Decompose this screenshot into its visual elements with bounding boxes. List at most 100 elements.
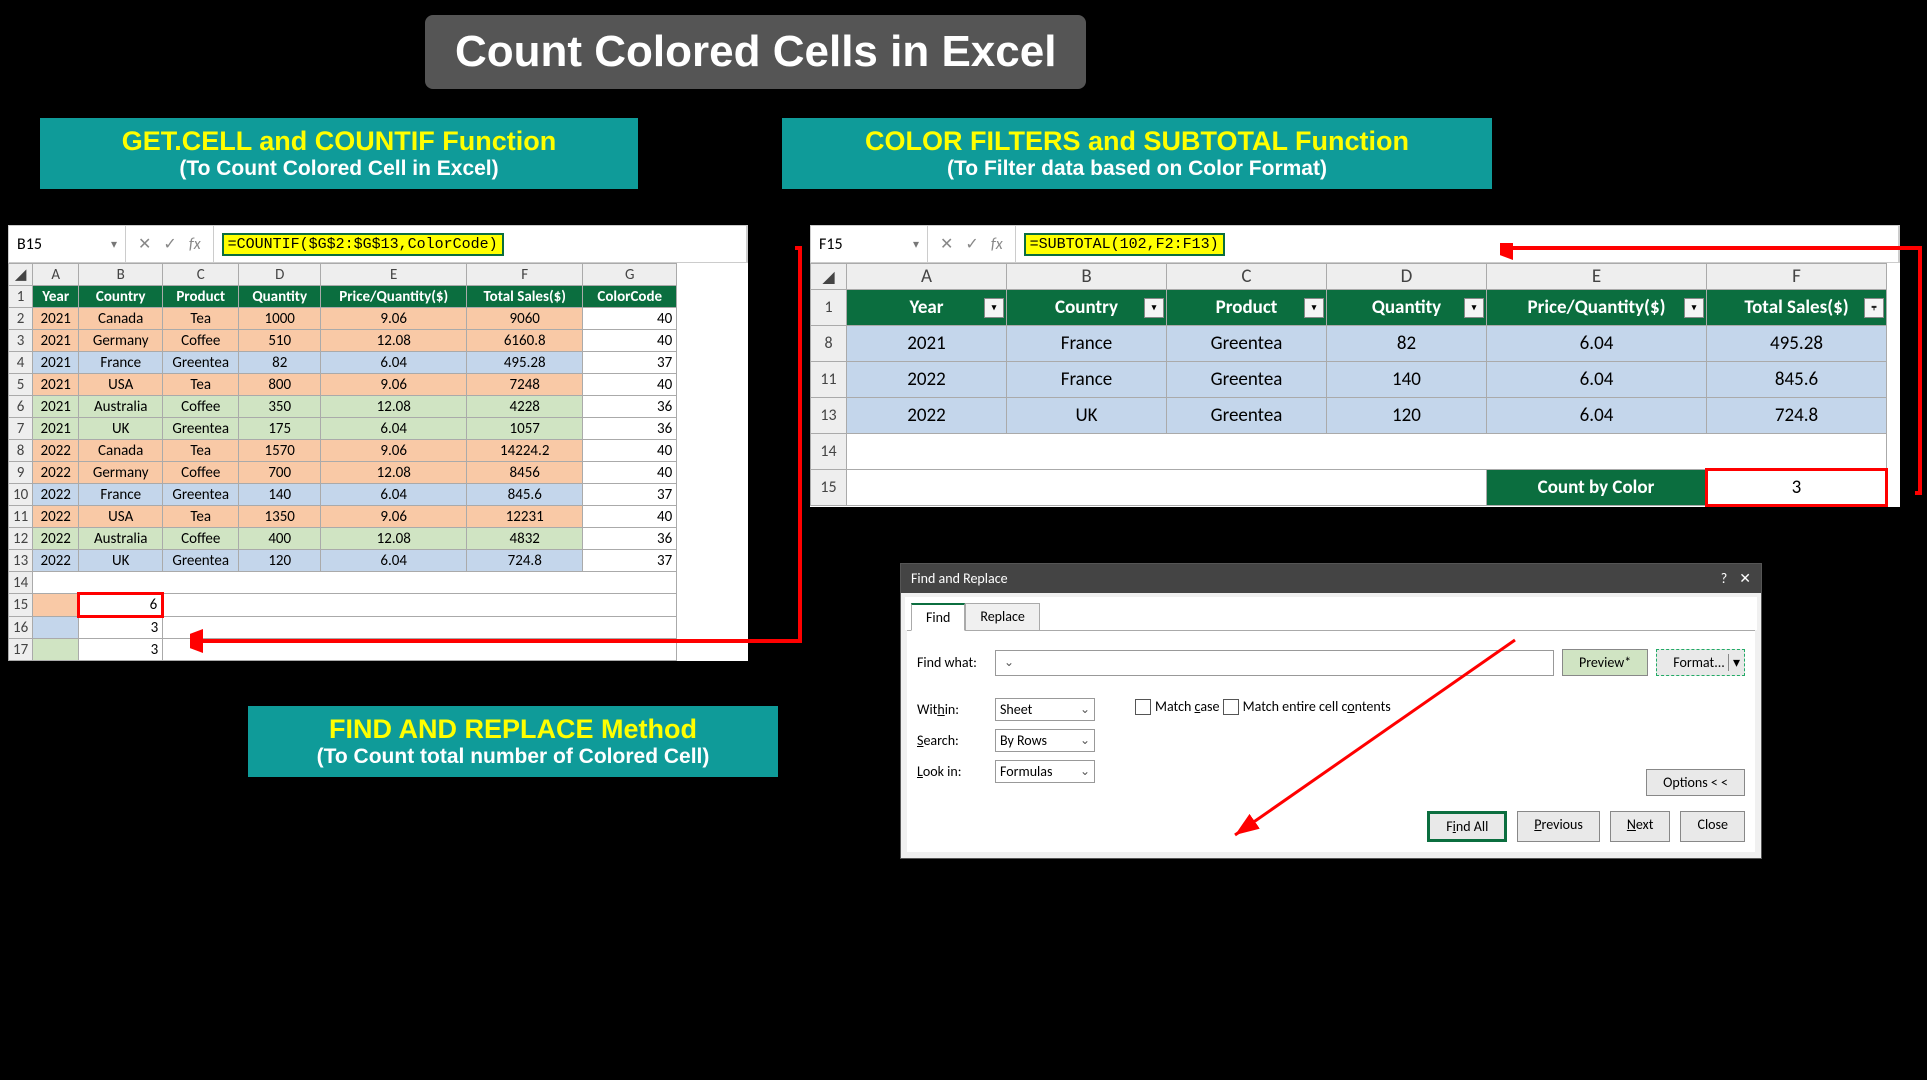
cell[interactable]: 37 [583, 484, 677, 506]
row-header[interactable]: 9 [9, 462, 33, 484]
col-header[interactable]: C [1167, 264, 1327, 290]
cell[interactable]: 2021 [33, 330, 79, 352]
cell[interactable]: 82 [239, 352, 321, 374]
cell[interactable]: 700 [239, 462, 321, 484]
cell[interactable]: 2022 [33, 550, 79, 572]
enter-icon[interactable]: ✓ [163, 234, 176, 254]
cell[interactable]: USA [79, 506, 163, 528]
cell[interactable]: UK [79, 418, 163, 440]
row-header[interactable]: 14 [811, 434, 847, 470]
cell[interactable] [847, 470, 1487, 506]
header-cell[interactable]: Product▾ [1167, 290, 1327, 326]
col-header[interactable]: F [1707, 264, 1887, 290]
close-icon[interactable]: ✕ [1739, 570, 1751, 587]
filter-icon[interactable]: ▾ [1464, 298, 1484, 318]
cell[interactable]: 8456 [467, 462, 583, 484]
cell[interactable] [163, 594, 677, 617]
col-header[interactable]: E [321, 264, 467, 286]
cell[interactable]: Germany [79, 462, 163, 484]
row-header[interactable]: 8 [9, 440, 33, 462]
cell[interactable] [33, 639, 79, 661]
cell[interactable]: Tea [163, 440, 239, 462]
col-header[interactable]: D [239, 264, 321, 286]
cell[interactable]: 845.6 [467, 484, 583, 506]
cell[interactable]: Canada [79, 308, 163, 330]
row-header[interactable]: 11 [9, 506, 33, 528]
cell[interactable]: Australia [79, 396, 163, 418]
match-case-checkbox[interactable]: Match case [1135, 698, 1219, 715]
col-header[interactable]: A [847, 264, 1007, 290]
cell[interactable]: 6.04 [321, 484, 467, 506]
cell[interactable]: France [1007, 326, 1167, 362]
cell[interactable]: 40 [583, 462, 677, 484]
cell[interactable]: 40 [583, 330, 677, 352]
cell[interactable]: 400 [239, 528, 321, 550]
cell[interactable] [847, 434, 1887, 470]
cell[interactable]: 140 [239, 484, 321, 506]
formula-input[interactable]: =COUNTIF($G$2:$G$13,ColorCode) [214, 226, 747, 262]
filter-icon[interactable]: ▾ [1304, 298, 1324, 318]
cell[interactable]: 1570 [239, 440, 321, 462]
cell[interactable]: Greentea [163, 484, 239, 506]
cell[interactable]: 140 [1327, 362, 1487, 398]
enter-icon[interactable]: ✓ [965, 234, 978, 254]
find-what-input[interactable] [995, 650, 1554, 676]
cell[interactable] [33, 594, 79, 617]
header-cell[interactable]: Country [79, 286, 163, 308]
cell[interactable] [163, 617, 677, 639]
cell[interactable]: 350 [239, 396, 321, 418]
header-cell[interactable]: Quantity▾ [1327, 290, 1487, 326]
cell[interactable]: 6.04 [1487, 362, 1707, 398]
cell[interactable]: 2022 [847, 398, 1007, 434]
cell[interactable]: 1057 [467, 418, 583, 440]
cell[interactable]: 724.8 [1707, 398, 1887, 434]
formula-input[interactable]: =SUBTOTAL(102,F2:F13) [1016, 226, 1899, 262]
row-header[interactable]: 15 [811, 470, 847, 506]
filter-icon[interactable]: ▾ [1684, 298, 1704, 318]
cancel-icon[interactable]: ✕ [940, 234, 953, 254]
row-header[interactable]: 3 [9, 330, 33, 352]
cell[interactable]: 9.06 [321, 440, 467, 462]
cell[interactable]: 800 [239, 374, 321, 396]
cell[interactable]: 36 [583, 418, 677, 440]
cell[interactable]: 9.06 [321, 506, 467, 528]
cell[interactable] [163, 639, 677, 661]
header-cell[interactable]: Price/Quantity($)▾ [1487, 290, 1707, 326]
cell[interactable]: 12.08 [321, 396, 467, 418]
cell[interactable]: 2022 [33, 440, 79, 462]
format-button[interactable]: Format... ▾ [1656, 649, 1745, 676]
cell[interactable]: 40 [583, 506, 677, 528]
cell[interactable]: 6.04 [321, 550, 467, 572]
cell[interactable]: Greentea [1167, 398, 1327, 434]
cell[interactable]: 175 [239, 418, 321, 440]
row-header[interactable]: 12 [9, 528, 33, 550]
header-cell[interactable]: Product [163, 286, 239, 308]
cell[interactable]: Tea [163, 374, 239, 396]
cell[interactable]: 495.28 [467, 352, 583, 374]
options-button[interactable]: Options < < [1646, 769, 1745, 796]
cell[interactable]: 2022 [33, 528, 79, 550]
cell[interactable]: 6.04 [1487, 326, 1707, 362]
cell[interactable]: 12.08 [321, 528, 467, 550]
result-cell[interactable]: 6 [79, 594, 163, 617]
search-select[interactable]: By Rows [995, 729, 1095, 752]
select-all[interactable]: ◢ [811, 264, 847, 290]
cell[interactable]: 120 [239, 550, 321, 572]
cell[interactable]: UK [1007, 398, 1167, 434]
cell[interactable]: Coffee [163, 330, 239, 352]
header-cell[interactable]: ColorCode [583, 286, 677, 308]
result-cell[interactable]: 3 [79, 639, 163, 661]
cell[interactable]: 2022 [847, 362, 1007, 398]
cell[interactable]: 37 [583, 550, 677, 572]
cell[interactable]: 40 [583, 374, 677, 396]
cell[interactable]: 2022 [33, 484, 79, 506]
cell[interactable]: 9.06 [321, 308, 467, 330]
col-header[interactable]: B [79, 264, 163, 286]
cancel-icon[interactable]: ✕ [138, 234, 151, 254]
tab-find[interactable]: Find [911, 603, 965, 631]
fx-icon[interactable]: fx [189, 235, 201, 254]
cell[interactable]: 40 [583, 440, 677, 462]
cell[interactable]: 6.04 [321, 418, 467, 440]
within-select[interactable]: Sheet [995, 698, 1095, 721]
fx-icon[interactable]: fx [991, 235, 1003, 254]
